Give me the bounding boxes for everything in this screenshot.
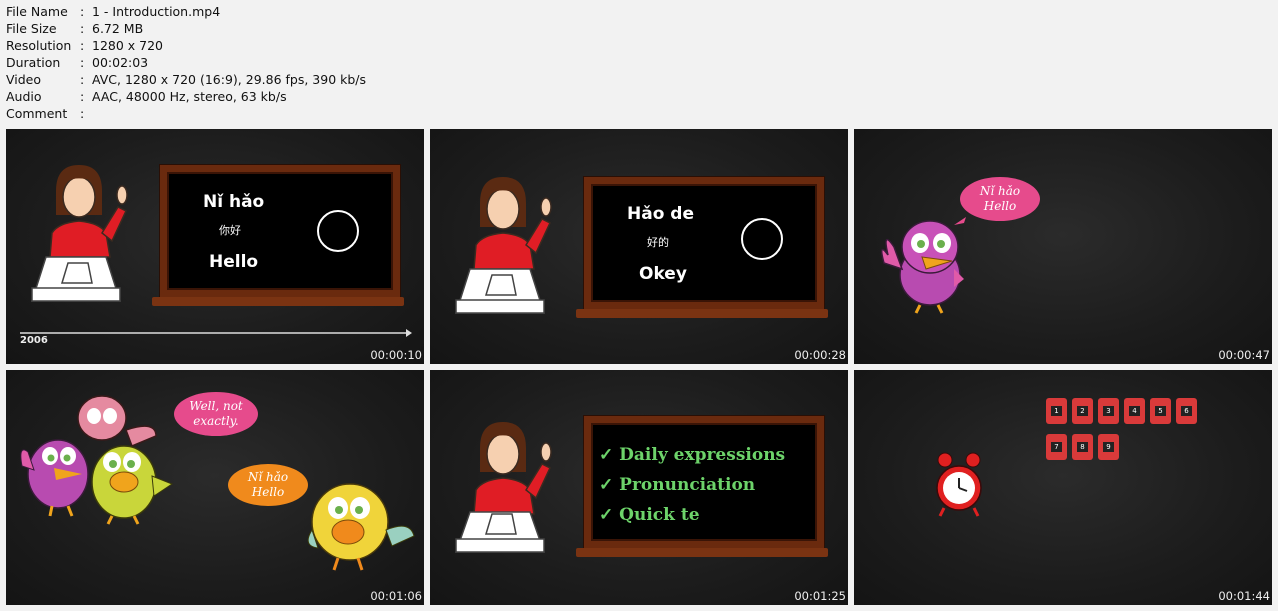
info-sep: :: [80, 4, 85, 19]
info-key: Duration: [6, 55, 61, 70]
chalkboard: ✓ Daily expressions ✓ Pronunciation ✓ Qu…: [584, 416, 824, 548]
info-sep: :: [80, 72, 85, 87]
calendar-day: 1: [1046, 398, 1067, 424]
info-row-filename: File Name : 1 - Introduction.mp4: [6, 3, 366, 20]
calendar-day: 3: [1098, 398, 1119, 424]
info-value: 00:02:03: [92, 55, 149, 70]
info-value: 1280 x 720: [92, 38, 164, 53]
board-line-1-text: Daily expressions: [619, 445, 786, 465]
chalkboard-ledge: [576, 309, 828, 318]
calendar-day: 9: [1098, 434, 1119, 460]
calendar-day-number: 8: [1077, 442, 1088, 452]
timeline-label: 2006: [20, 335, 48, 346]
info-row-duration: Duration : 00:02:03: [6, 54, 366, 71]
info-sep: :: [80, 106, 85, 121]
info-value: 6.72 MB: [92, 21, 144, 36]
info-value: AVC, 1280 x 720 (16:9), 29.86 fps, 390 k…: [92, 72, 367, 87]
timestamp: 00:00:10: [370, 348, 422, 362]
timestamp: 00:00:47: [1218, 348, 1270, 362]
info-row-filesize: File Size : 6.72 MB: [6, 20, 366, 37]
bird-group-icon: [20, 395, 415, 571]
timeline-arrow: [20, 329, 412, 337]
calendar-day-number: 3: [1103, 406, 1114, 416]
board-line-1: ✓ Daily expressions: [599, 445, 786, 465]
board-line-1: Hǎo de: [627, 204, 694, 224]
calendar-day: 2: [1072, 398, 1093, 424]
calendar-day: 6: [1176, 398, 1197, 424]
calendar-day: 5: [1150, 398, 1171, 424]
pink-bird-icon: [881, 217, 966, 314]
timestamp: 00:01:06: [370, 589, 422, 603]
info-row-audio: Audio : AAC, 48000 Hz, stereo, 63 kb/s: [6, 88, 366, 105]
info-key: Resolution: [6, 38, 72, 53]
chalkboard-ledge: [576, 548, 828, 557]
smiley-icon: [741, 218, 783, 260]
board-line-3-text: Quick te: [619, 505, 700, 525]
board-line-2: Okey: [639, 264, 687, 284]
file-info: File Name : 1 - Introduction.mp4 File Si…: [6, 3, 366, 122]
timestamp: 00:00:28: [794, 348, 846, 362]
info-key: Audio: [6, 89, 42, 104]
calendar-day-number: 5: [1155, 406, 1166, 416]
thumbnail-6[interactable]: 1 2 3 4 5 6 7 8 9 00:01:44: [854, 370, 1272, 605]
calendar-day: 8: [1072, 434, 1093, 460]
info-sep: :: [80, 38, 85, 53]
calendar-day-number: 2: [1077, 406, 1088, 416]
thumbnail-3[interactable]: Nǐ hǎo Hello 00:00:47: [854, 129, 1272, 364]
thumbnail-4[interactable]: Well, not exactly. Nǐ hǎo Hello 00:01:06: [6, 370, 424, 605]
thumbnail-2[interactable]: Hǎo de 好的 Okey 00:00:28: [430, 129, 848, 364]
info-key: File Name: [6, 4, 68, 19]
info-value: 1 - Introduction.mp4: [92, 4, 221, 19]
calendar-day-number: 7: [1051, 442, 1062, 452]
calendar-day-number: 9: [1103, 442, 1114, 452]
info-value: AAC, 48000 Hz, stereo, 63 kb/s: [92, 89, 287, 104]
timestamp: 00:01:25: [794, 589, 846, 603]
timestamp: 00:01:44: [1218, 589, 1270, 603]
calendar-day: 4: [1124, 398, 1145, 424]
info-key: File Size: [6, 21, 57, 36]
board-line-2: ✓ Pronunciation: [599, 475, 756, 495]
board-line-2-text: Pronunciation: [619, 475, 756, 495]
info-row-resolution: Resolution : 1280 x 720: [6, 37, 366, 54]
thumbnail-5[interactable]: ✓ Daily expressions ✓ Pronunciation ✓ Qu…: [430, 370, 848, 605]
calendar-day-number: 1: [1051, 406, 1062, 416]
info-sep: :: [80, 21, 85, 36]
board-chinese: 好的: [647, 236, 669, 249]
calendar-day: 7: [1046, 434, 1067, 460]
thumbnail-1[interactable]: Nǐ hǎo 你好 Hello 2006 00:00:10: [6, 129, 424, 364]
board-line-3: ✓ Quick te: [599, 505, 700, 525]
info-row-comment: Comment :: [6, 105, 366, 122]
chalkboard: Hǎo de 好的 Okey: [584, 177, 824, 309]
calendar-day-number: 4: [1129, 406, 1140, 416]
calendar-day-number: 6: [1181, 406, 1192, 416]
info-sep: :: [80, 89, 85, 104]
info-sep: :: [80, 55, 85, 70]
info-key: Video: [6, 72, 42, 87]
info-row-video: Video : AVC, 1280 x 720 (16:9), 29.86 fp…: [6, 71, 366, 88]
info-key: Comment: [6, 106, 68, 121]
